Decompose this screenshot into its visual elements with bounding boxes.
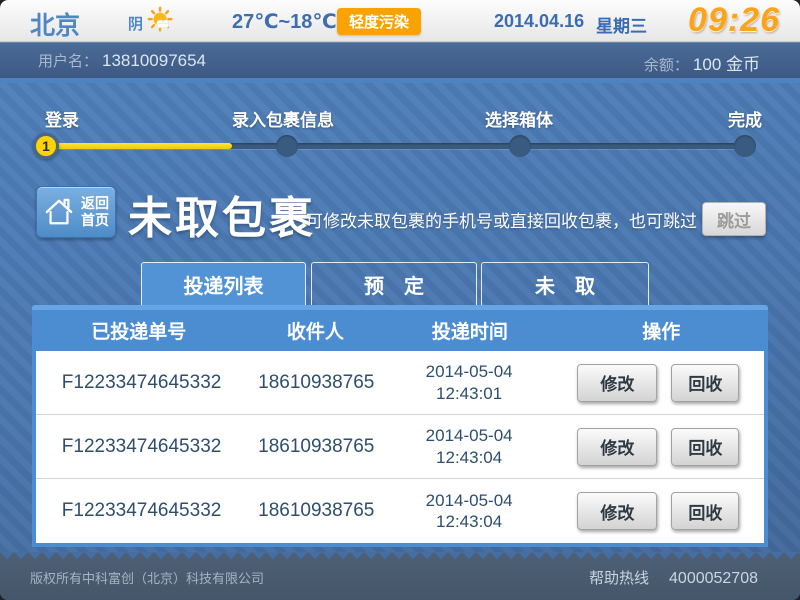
temperature-range: 27℃~18℃	[232, 9, 337, 34]
back-home-button[interactable]: 返回首页	[36, 186, 116, 238]
weekday-label: 星期三	[596, 12, 647, 37]
col-header-time: 投递时间	[385, 317, 554, 344]
modify-button[interactable]: 修改	[577, 364, 657, 402]
zigzag-edge	[0, 552, 800, 560]
clock: 09:26	[688, 1, 780, 40]
step-label-enter-info: 录入包裹信息	[232, 106, 334, 131]
footer: 版权所有中科富创（北京）科技有限公司 帮助热线 4000052708	[0, 552, 800, 600]
row-actions: 修改 回收	[553, 492, 764, 530]
step-label-finish: 完成	[728, 106, 762, 131]
main-area: 登录 录入包裹信息 选择箱体 完成 1 返回首页 未取包裹 可修改未取包裹的手机…	[0, 83, 800, 552]
page-subtitle: 可修改未取包裹的手机号或直接回收包裹，也可跳过	[306, 207, 697, 232]
balance-label: 余额：	[644, 57, 689, 74]
col-header-recipient: 收件人	[245, 317, 385, 344]
col-header-tracking: 已投递单号	[32, 317, 245, 344]
col-header-actions: 操作	[555, 317, 768, 344]
recycle-button[interactable]: 回收	[671, 364, 739, 402]
delivery-time: 2014-05-0412:43:04	[385, 425, 552, 468]
balance-field: 余额：100 金币	[644, 50, 760, 75]
page-title: 未取包裹	[128, 182, 316, 246]
balance-value: 100 金币	[693, 55, 760, 74]
step-dot-4	[734, 135, 756, 157]
step-dot-3	[509, 135, 531, 157]
help-hotline-label: 帮助热线	[589, 570, 649, 587]
help-hotline-number: 4000052708	[669, 570, 758, 587]
step-dot-2	[276, 135, 298, 157]
delivery-time: 2014-05-0412:43:01	[385, 361, 552, 404]
top-status-bar: 北京 阴 27℃~18℃ 轻度污染 2014.04.16 星期三 09:26	[0, 0, 800, 42]
sun-cloud-icon	[146, 6, 176, 36]
tracking-no: F12233474645332	[36, 500, 247, 522]
step-dot-1-active: 1	[33, 133, 59, 159]
recycle-button[interactable]: 回收	[671, 428, 739, 466]
city-label: 北京	[30, 6, 80, 42]
skip-button[interactable]: 跳过	[702, 202, 766, 236]
air-quality-badge: 轻度污染	[337, 8, 421, 35]
home-icon	[43, 197, 75, 227]
recipient-phone: 18610938765	[247, 436, 385, 458]
packages-table: 已投递单号 收件人 投递时间 操作 F12233474645332 186109…	[32, 305, 768, 547]
user-bar: 用户名：13810097654 余额：100 金币	[0, 42, 800, 78]
username-field: 用户名：13810097654	[38, 50, 206, 71]
recipient-phone: 18610938765	[247, 372, 385, 394]
kiosk-screen: 北京 阴 27℃~18℃ 轻度污染 2014.04.16 星期三 09:26	[0, 0, 800, 600]
tracking-no: F12233474645332	[36, 436, 247, 458]
copyright-text: 版权所有中科富创（北京）科技有限公司	[30, 568, 264, 587]
recycle-button[interactable]: 回收	[671, 492, 739, 530]
step-label-login: 登录	[45, 106, 79, 131]
tracking-no: F12233474645332	[36, 372, 247, 394]
tab-not-taken[interactable]: 未 取	[481, 262, 649, 306]
date-label: 2014.04.16	[494, 11, 584, 32]
table-header-row: 已投递单号 收件人 投递时间 操作	[32, 310, 768, 351]
step-label-select-box: 选择箱体	[485, 106, 553, 131]
tab-reserved[interactable]: 预 定	[311, 262, 477, 306]
modify-button[interactable]: 修改	[577, 492, 657, 530]
username-label: 用户名：	[38, 53, 98, 70]
row-actions: 修改 回收	[553, 428, 764, 466]
back-home-label: 返回首页	[81, 195, 109, 229]
modify-button[interactable]: 修改	[577, 428, 657, 466]
username-value: 13810097654	[102, 51, 206, 70]
recipient-phone: 18610938765	[247, 500, 385, 522]
delivery-time: 2014-05-0412:43:04	[385, 490, 552, 533]
weather-condition: 阴	[128, 13, 143, 34]
tab-delivery-list[interactable]: 投递列表	[141, 262, 306, 306]
row-actions: 修改 回收	[553, 364, 764, 402]
table-row: F12233474645332 18610938765 2014-05-0412…	[36, 351, 764, 415]
table-row: F12233474645332 18610938765 2014-05-0412…	[36, 415, 764, 479]
divider-strip	[0, 78, 800, 83]
help-hotline: 帮助热线 4000052708	[589, 567, 758, 588]
table-row: F12233474645332 18610938765 2014-05-0412…	[36, 479, 764, 543]
progress-track-active	[44, 143, 232, 149]
table-body: F12233474645332 18610938765 2014-05-0412…	[32, 351, 768, 547]
